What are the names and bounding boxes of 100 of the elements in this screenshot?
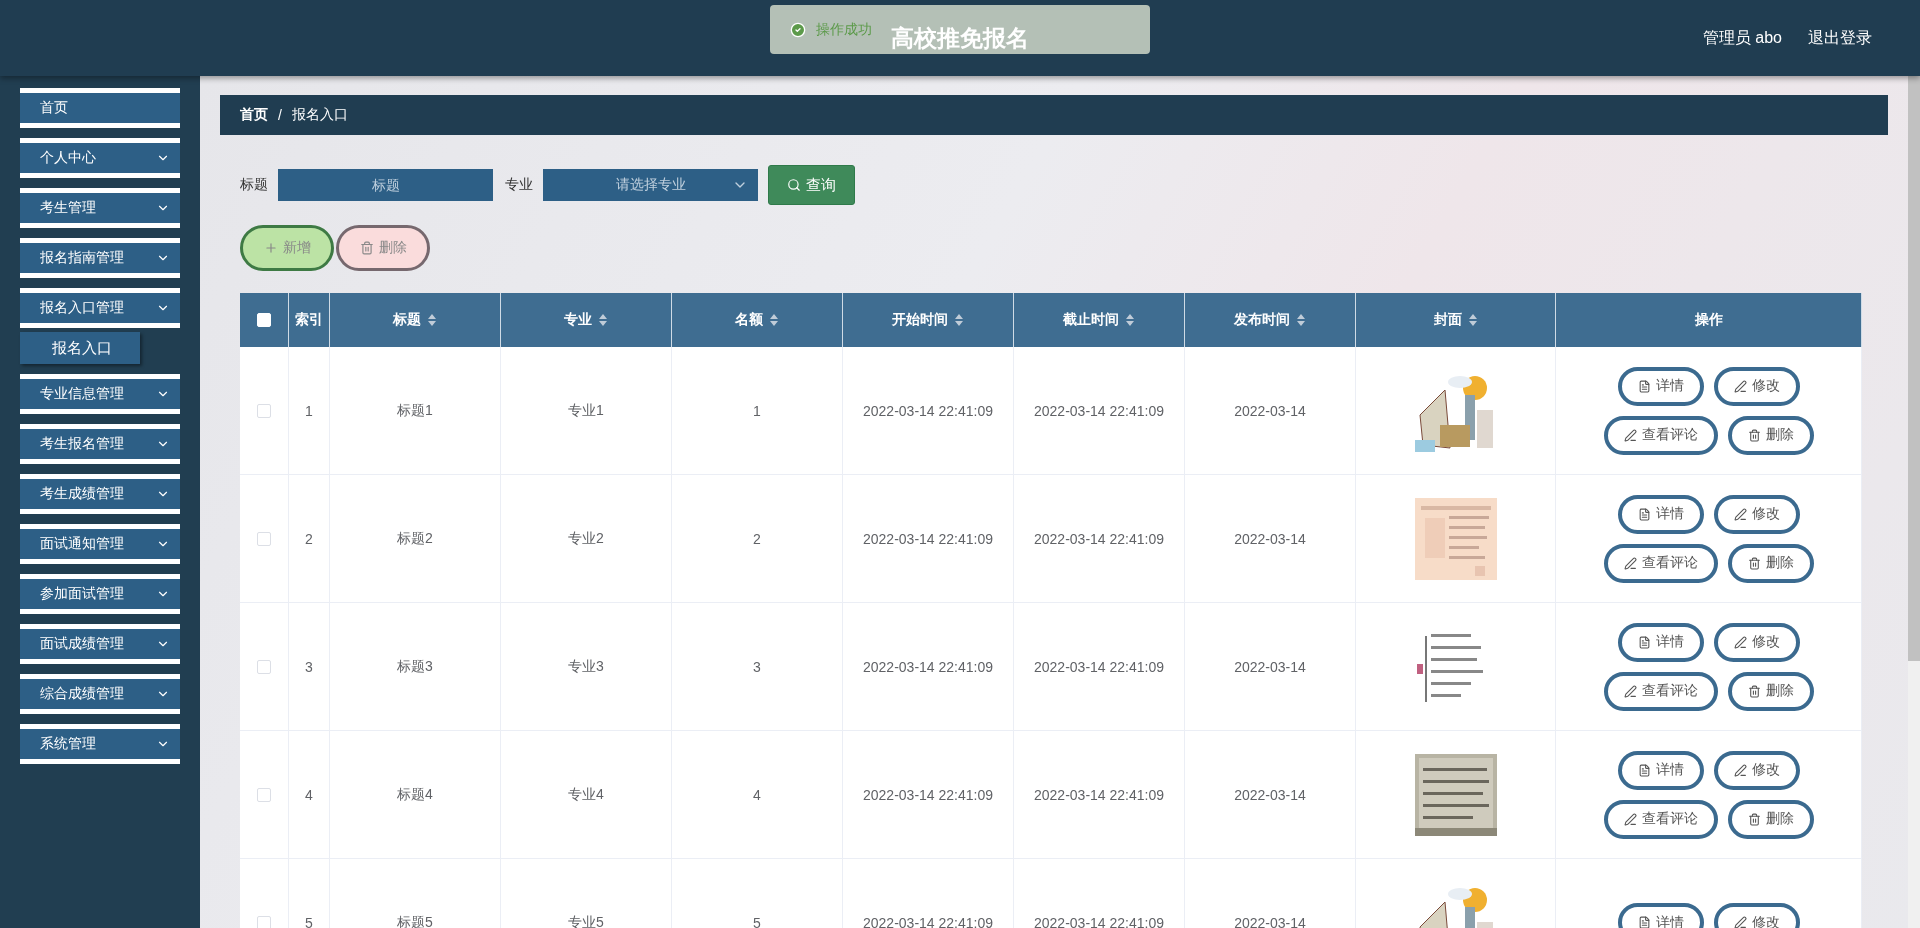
detail-button[interactable]: 详情 [1617, 750, 1704, 790]
table-cell: 2022-03-14 [1234, 530, 1306, 547]
checkbox[interactable] [257, 531, 271, 546]
sidebar-item[interactable]: 考生管理 [20, 188, 180, 228]
table-cell: 2022-03-14 [1234, 402, 1306, 419]
column-header: 标题 [393, 311, 421, 329]
column-header: 封面 [1433, 311, 1462, 329]
table-cell: 4 [753, 786, 761, 803]
comments-button[interactable]: 查看评论 [1603, 671, 1718, 711]
major-select[interactable]: 请选择专业 [543, 169, 758, 201]
delete-button[interactable]: 删除 [1727, 671, 1814, 711]
document-icon [1637, 507, 1651, 521]
table-cell: 3 [305, 658, 313, 675]
table-cell: 标题1 [397, 401, 433, 420]
toast-message: 操作成功 [816, 20, 872, 39]
comments-button[interactable]: 查看评论 [1603, 415, 1718, 455]
scrollbar[interactable] [1908, 76, 1920, 928]
table-cell: 标题4 [397, 785, 433, 804]
table-cell: 2022-03-14 [1234, 658, 1306, 675]
edit-button[interactable]: 修改 [1713, 750, 1800, 790]
query-button[interactable]: 查询 [768, 165, 855, 205]
document-icon [1637, 635, 1651, 649]
sidebar-item[interactable]: 参加面试管理 [20, 574, 180, 614]
table-cell: 2022-03-14 22:41:09 [1034, 402, 1164, 419]
sort-icon[interactable] [598, 313, 608, 327]
comments-button[interactable]: 查看评论 [1603, 543, 1718, 583]
column-header: 索引 [295, 311, 323, 329]
breadcrumb-item[interactable]: 首页 [240, 106, 268, 124]
plus-icon [263, 241, 278, 255]
table-cell: 2022-03-14 22:41:09 [1034, 914, 1164, 928]
pen-icon [1623, 684, 1637, 698]
table-cell: 3 [753, 658, 761, 675]
column-header: 开始时间 [892, 311, 948, 329]
sort-icon[interactable] [427, 313, 437, 327]
sort-icon[interactable] [1296, 313, 1306, 327]
pen-icon [1733, 379, 1747, 393]
sidebar-item[interactable]: 专业信息管理 [20, 374, 180, 414]
table-cell: 2022-03-14 22:41:09 [863, 658, 993, 675]
table-cell: 5 [305, 914, 313, 928]
trash-icon [1747, 684, 1761, 698]
sidebar-item[interactable]: 个人中心 [20, 138, 180, 178]
sidebar-item[interactable]: 报名指南管理 [20, 238, 180, 278]
table-cell: 5 [753, 914, 761, 928]
table-cell: 专业3 [568, 657, 604, 676]
pen-icon [1623, 812, 1637, 826]
breadcrumb-item: 报名入口 [291, 106, 348, 124]
sort-icon[interactable] [769, 313, 779, 327]
detail-button[interactable]: 详情 [1617, 903, 1704, 928]
table-cell: 2 [305, 530, 313, 547]
sidebar-item[interactable]: 面试成绩管理 [20, 624, 180, 664]
detail-button[interactable]: 详情 [1617, 366, 1704, 406]
checkbox[interactable] [257, 787, 271, 802]
table-cell: 专业1 [568, 401, 604, 420]
user-name: 管理员 abo [1702, 27, 1782, 48]
comments-button[interactable]: 查看评论 [1603, 799, 1718, 839]
sidebar-item[interactable]: 报名入口管理 [20, 288, 180, 328]
pen-icon [1733, 507, 1747, 521]
major-label: 专业 [505, 176, 533, 194]
column-header: 专业 [564, 311, 592, 329]
column-header: 截止时间 [1063, 311, 1119, 329]
delete-button[interactable]: 删除 [1727, 415, 1814, 455]
column-header: 操作 [1694, 311, 1723, 329]
sidebar-subitem[interactable]: 报名入口 [20, 332, 140, 364]
detail-button[interactable]: 详情 [1617, 622, 1704, 662]
table-cell: 标题3 [397, 657, 433, 676]
title-field[interactable]: 标题 [278, 169, 493, 201]
sort-icon[interactable] [1467, 313, 1478, 327]
delete-button[interactable]: 删除 [1727, 799, 1814, 839]
search-icon [787, 178, 801, 192]
table-cell: 1 [753, 402, 761, 419]
edit-button[interactable]: 修改 [1713, 494, 1800, 534]
sort-icon[interactable] [1125, 313, 1135, 327]
checkbox[interactable] [257, 659, 271, 674]
logout-link[interactable]: 退出登录 [1808, 27, 1872, 49]
table-cell: 1 [305, 402, 313, 419]
sidebar-item[interactable]: 综合成绩管理 [20, 674, 180, 714]
edit-button[interactable]: 修改 [1713, 622, 1800, 662]
sort-icon[interactable] [954, 313, 964, 327]
delete-button[interactable]: 删除 [1727, 543, 1814, 583]
checkbox[interactable] [257, 915, 271, 928]
edit-button[interactable]: 修改 [1713, 903, 1800, 928]
table-cell: 2022-03-14 [1234, 914, 1306, 928]
checkbox[interactable] [257, 403, 271, 418]
table-cell: 标题2 [397, 529, 433, 548]
column-header: 发布时间 [1234, 311, 1290, 329]
trash-icon [1747, 428, 1761, 442]
trash-icon [1747, 556, 1761, 570]
document-icon [1637, 763, 1651, 777]
sidebar-item[interactable]: 系统管理 [20, 724, 180, 764]
sidebar-item[interactable]: 考生报名管理 [20, 424, 180, 464]
pen-icon [1623, 556, 1637, 570]
app-title: 高校推免报名 [891, 23, 1029, 53]
breadcrumb-separator: / [278, 107, 282, 123]
table-cell: 2022-03-14 22:41:09 [863, 786, 993, 803]
edit-button[interactable]: 修改 [1713, 366, 1800, 406]
sidebar-item[interactable]: 首页 [20, 88, 180, 128]
pen-icon [1733, 916, 1747, 928]
sidebar-item[interactable]: 考生成绩管理 [20, 474, 180, 514]
detail-button[interactable]: 详情 [1617, 494, 1704, 534]
sidebar-item[interactable]: 面试通知管理 [20, 524, 180, 564]
